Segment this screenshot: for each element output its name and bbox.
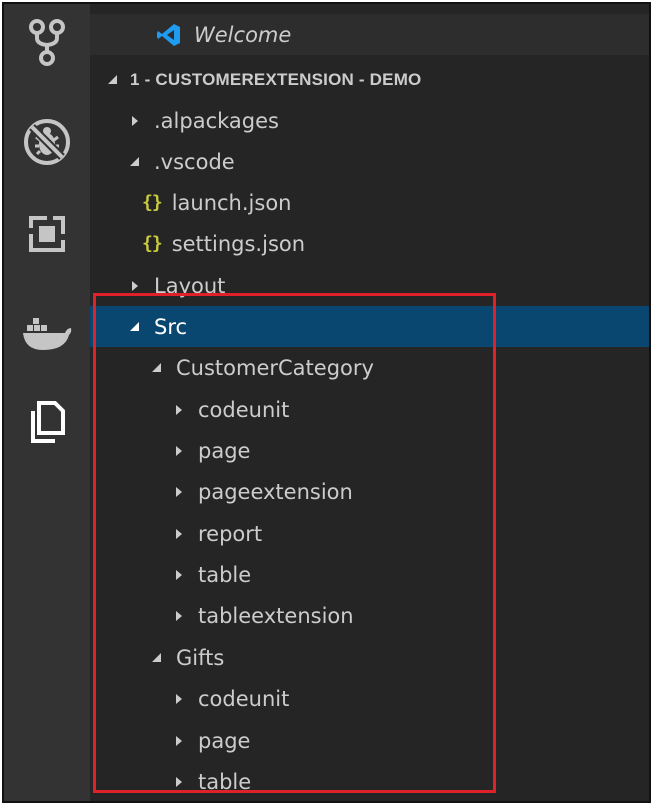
expand-icon xyxy=(170,525,188,543)
tree-item-label: pageextension xyxy=(198,479,353,504)
tree-item-label: .alpackages xyxy=(154,108,279,133)
json-file-icon: {} xyxy=(142,233,163,254)
tree-item-label: page xyxy=(198,728,251,753)
tree-item-folder[interactable]: table xyxy=(90,761,649,801)
tree-item-folder[interactable]: page xyxy=(90,430,649,471)
expand-icon xyxy=(170,732,188,750)
tree-item-folder[interactable]: report xyxy=(90,513,649,554)
expand-icon xyxy=(170,690,188,708)
extensions-icon[interactable] xyxy=(4,204,90,264)
collapse-icon xyxy=(126,153,144,171)
expand-icon xyxy=(170,566,188,584)
expand-icon xyxy=(126,277,144,295)
tree-item-file[interactable]: {} launch.json xyxy=(90,182,649,223)
debug-icon[interactable] xyxy=(4,112,90,172)
tree-item-label: .vscode xyxy=(154,149,235,174)
tree-item-label: CustomerCategory xyxy=(176,355,374,380)
tree-item-folder[interactable]: .vscode xyxy=(90,141,649,182)
tree-item-folder[interactable]: page xyxy=(90,720,649,761)
workspace-root-label: 1 - CUSTOMEREXTENSION - DEMO xyxy=(130,69,422,89)
tree-item-label: Gifts xyxy=(176,645,225,670)
tree-item-label: table xyxy=(198,562,252,587)
tree-item-label: launch.json xyxy=(171,190,292,215)
tree-item-folder[interactable]: Layout xyxy=(90,265,649,306)
tree-item-label: settings.json xyxy=(171,231,306,256)
tree-item-label: page xyxy=(198,438,251,463)
vscode-window: Welcome 1 - CUSTOMEREXTENSION - DEMO .al… xyxy=(2,2,651,803)
tree-item-file[interactable]: {} settings.json xyxy=(90,223,649,264)
tree-item-folder[interactable]: .alpackages xyxy=(90,100,649,141)
tree-item-label: codeunit xyxy=(198,397,290,422)
tree-item-folder[interactable]: Gifts xyxy=(90,637,649,678)
tree-item-label: codeunit xyxy=(198,686,290,711)
tree-item-label: report xyxy=(198,521,263,546)
tree-item-folder[interactable]: pageextension xyxy=(90,471,649,512)
expand-icon xyxy=(170,483,188,501)
json-file-icon: {} xyxy=(142,192,163,213)
tree-item-label: tableextension xyxy=(198,603,354,628)
tree-item-folder[interactable]: codeunit xyxy=(90,678,649,719)
expand-icon xyxy=(170,607,188,625)
collapse-icon xyxy=(148,649,166,667)
tree-item-label: Layout xyxy=(154,273,226,298)
workspace-root-header[interactable]: 1 - CUSTOMEREXTENSION - DEMO xyxy=(90,59,649,100)
open-editor-welcome[interactable]: Welcome xyxy=(90,14,649,55)
expand-icon xyxy=(126,112,144,130)
expand-icon xyxy=(170,442,188,460)
collapse-icon xyxy=(126,318,144,336)
tree-item-label: table xyxy=(198,769,252,794)
welcome-label: Welcome xyxy=(194,22,292,47)
tree-item-folder-selected[interactable]: Src xyxy=(90,306,649,347)
tree-item-folder[interactable]: tableextension xyxy=(90,595,649,636)
explorer-icon[interactable] xyxy=(4,392,90,452)
activity-bar xyxy=(4,4,90,801)
expand-icon xyxy=(170,773,188,791)
expand-icon xyxy=(170,401,188,419)
source-control-icon[interactable] xyxy=(4,12,90,72)
tree-item-folder[interactable]: table xyxy=(90,554,649,595)
tree-item-folder[interactable]: CustomerCategory xyxy=(90,347,649,388)
docker-icon[interactable] xyxy=(4,304,90,364)
collapse-icon xyxy=(104,71,122,89)
tree-item-label: Src xyxy=(154,314,188,339)
vscode-logo-icon xyxy=(156,22,182,48)
explorer-sidebar: Welcome 1 - CUSTOMEREXTENSION - DEMO .al… xyxy=(90,4,649,801)
tree-item-folder[interactable]: codeunit xyxy=(90,389,649,430)
collapse-icon xyxy=(148,359,166,377)
